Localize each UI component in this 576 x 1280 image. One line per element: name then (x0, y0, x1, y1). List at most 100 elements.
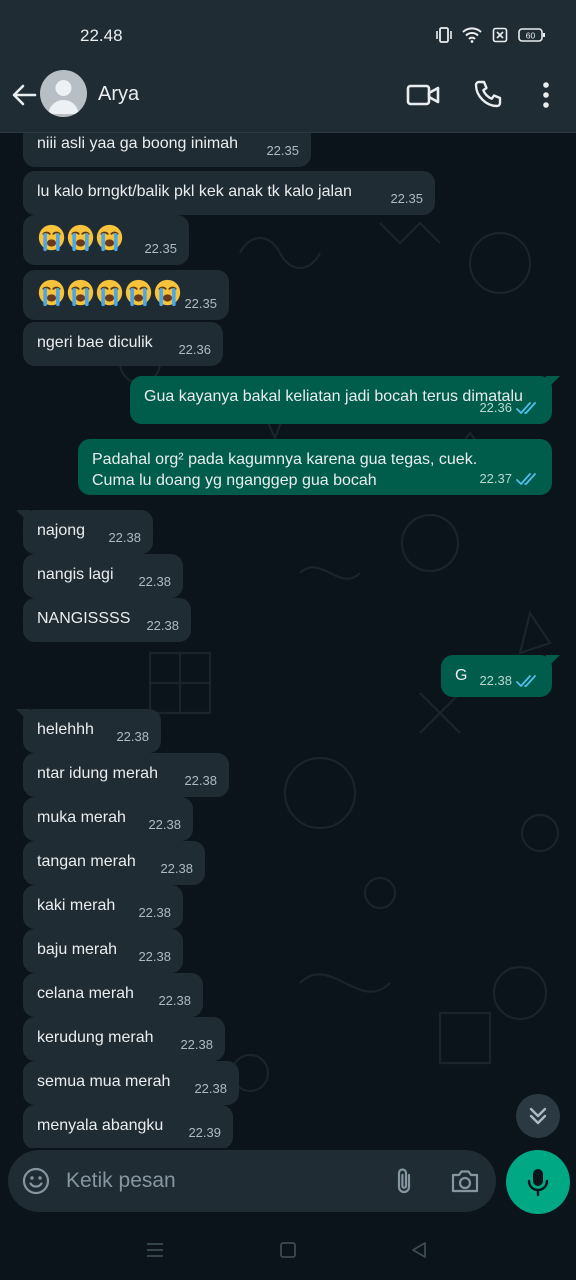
message-list[interactable]: niii asli yaa ga boong inimah 22.35 lu kal… (0, 133, 576, 1148)
message-time: 22.36 (178, 342, 211, 357)
read-receipt-icon (516, 472, 536, 485)
message-input[interactable] (66, 1164, 366, 1198)
message-meta: 22.38 (160, 858, 193, 879)
message-meta: 22.38 (116, 726, 149, 747)
incoming-message[interactable]: 😭😭😭😭😭22.35 (23, 270, 229, 320)
crying-face-emoji-icon (67, 279, 94, 307)
outgoing-message[interactable]: G 22.38 (441, 655, 560, 697)
message-meta: 22.38 (184, 770, 217, 791)
message-meta: 22.35 (144, 238, 177, 259)
incoming-message[interactable]: nangis lagi 22.38 (23, 554, 183, 598)
message-text: nangis lagi (37, 566, 114, 583)
message-time: 22.38 (194, 1081, 227, 1096)
home-icon[interactable] (279, 1241, 297, 1259)
back-arrow-icon[interactable] (10, 81, 38, 109)
message-time: 22.38 (479, 673, 512, 688)
message-meta: 22.36 (178, 339, 211, 360)
message-time: 22.38 (138, 905, 171, 920)
emoji-icon[interactable] (22, 1167, 50, 1195)
message-time: 22.35 (266, 143, 299, 158)
message-text: celana merah (37, 985, 134, 1002)
read-receipt-icon (516, 401, 536, 414)
crying-face-emoji-icon (96, 224, 123, 252)
message-meta: 22.35 (184, 293, 217, 314)
scroll-down-button[interactable] (516, 1094, 560, 1138)
attach-icon[interactable] (392, 1166, 416, 1196)
message-text: niii asli yaa ga boong inimah (37, 135, 239, 152)
more-vert-icon[interactable] (536, 80, 556, 110)
incoming-message[interactable]: kerudung merah 22.38 (23, 1017, 225, 1061)
message-meta: 22.38 (108, 527, 141, 548)
message-time: 22.36 (479, 400, 512, 415)
message-meta: 22.38 (138, 571, 171, 592)
battery-icon: 60 (518, 28, 545, 42)
double-chevron-down-icon (529, 1107, 547, 1125)
message-meta: 22.38 (148, 814, 181, 835)
message-text: Padahal org² pada kagumnya karena gua te… (92, 451, 478, 489)
message-text: semua mua merah (37, 1073, 171, 1090)
message-meta: 22.35 (390, 188, 423, 209)
incoming-message[interactable]: semua mua merah 22.38 (23, 1061, 239, 1105)
message-meta: 22.35 (266, 140, 299, 161)
status-bar: 22.48 60 (0, 0, 576, 70)
system-navigation-bar (0, 1220, 576, 1280)
battery-level: 60 (526, 31, 536, 41)
message-meta: 22.37 (479, 468, 540, 489)
outgoing-message[interactable]: Padahal org² pada kagumnya karena gua te… (78, 439, 552, 495)
contact-name[interactable]: Arya (98, 83, 139, 106)
message-time: 22.38 (158, 993, 191, 1008)
message-time: 22.38 (116, 729, 149, 744)
message-meta: 22.38 (146, 615, 179, 636)
sim-off-icon (492, 27, 508, 43)
camera-icon[interactable] (450, 1167, 480, 1195)
status-time: 22.48 (80, 26, 123, 45)
crying-face-emoji-icon (67, 224, 94, 252)
incoming-message[interactable]: tangan merah 22.38 (23, 841, 205, 885)
avatar[interactable] (40, 70, 87, 117)
message-text: menyala abangku (37, 1117, 164, 1134)
outgoing-message[interactable]: Gua kayanya bakal keliatan jadi bocah te… (130, 376, 560, 424)
recent-apps-icon[interactable] (146, 1242, 164, 1258)
incoming-message[interactable]: najong 22.38 (16, 510, 153, 554)
video-call-icon[interactable] (406, 81, 440, 109)
incoming-message[interactable]: 😭😭😭 22.35 (23, 215, 189, 265)
message-meta: 22.38 (180, 1034, 213, 1055)
incoming-message[interactable]: lu kalo brngkt/balik pkl kek anak tk kal… (23, 171, 435, 215)
incoming-message[interactable]: NANGISSSS 22.38 (23, 598, 191, 642)
incoming-message[interactable]: kaki merah 22.38 (23, 885, 183, 929)
vibrate-icon (436, 27, 452, 43)
crying-face-emoji-icon (125, 279, 152, 307)
crying-face-emoji-icon (38, 279, 65, 307)
bubble-tail-icon (26, 133, 30, 137)
bubble-tail-icon (546, 655, 560, 669)
avatar-icon (48, 80, 79, 114)
back-triangle-icon[interactable] (410, 1241, 428, 1259)
message-meta: 22.36 (479, 397, 540, 418)
incoming-message[interactable]: ngeri bae diculik 22.36 (23, 322, 223, 366)
chat-header: Arya (0, 70, 576, 133)
incoming-message[interactable]: niii asli yaa ga boong inimah 22.35 (23, 133, 311, 167)
message-time: 22.37 (479, 471, 512, 486)
message-text: baju merah (37, 941, 118, 958)
crying-face-emoji-icon (96, 279, 123, 307)
message-time: 22.38 (146, 618, 179, 633)
message-time: 22.38 (138, 949, 171, 964)
message-time: 22.38 (108, 530, 141, 545)
message-text: G (455, 667, 468, 684)
incoming-message[interactable]: baju merah 22.38 (23, 929, 183, 973)
incoming-message[interactable]: helehhh 22.38 (16, 709, 161, 753)
message-text: kerudung merah (37, 1029, 154, 1046)
message-time: 22.35 (144, 241, 177, 256)
message-text: NANGISSSS (37, 610, 131, 627)
bubble-tail-icon (16, 510, 30, 524)
incoming-message[interactable]: muka merah 22.38 (23, 797, 193, 841)
mic-button[interactable] (506, 1150, 570, 1214)
incoming-message[interactable]: ntar idung merah 22.38 (23, 753, 229, 797)
message-time: 22.35 (184, 296, 217, 311)
message-text: tangan merah (37, 853, 136, 870)
incoming-message[interactable]: menyala abangku 22.39 (23, 1105, 233, 1148)
message-time: 22.38 (160, 861, 193, 876)
incoming-message[interactable]: celana merah 22.38 (23, 973, 203, 1017)
message-time: 22.38 (180, 1037, 213, 1052)
phone-icon[interactable] (473, 79, 503, 109)
